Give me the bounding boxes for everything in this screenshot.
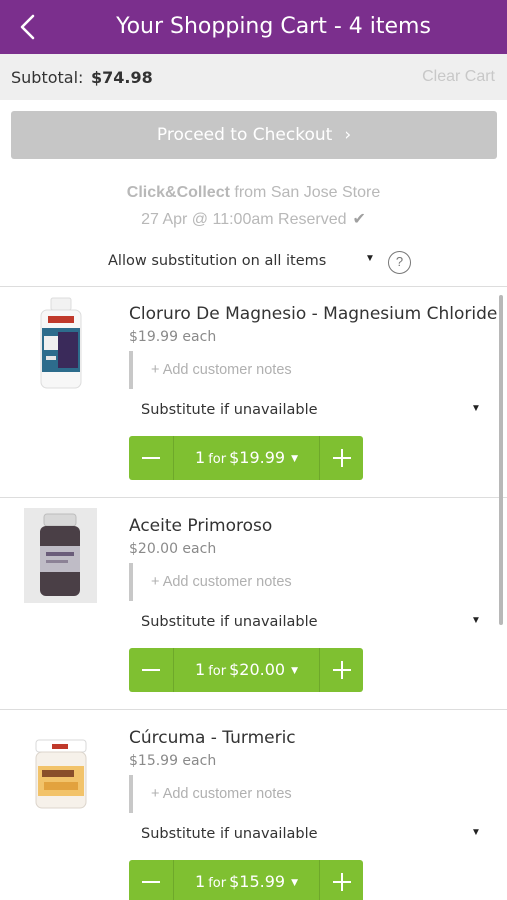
add-customer-notes[interactable]: + Add customer notes <box>129 351 329 389</box>
item-unit-price: $20.00 each <box>129 541 217 557</box>
check-icon: ✔ <box>352 211 366 228</box>
line-price: $20.00 <box>229 660 286 679</box>
substitute-dropdown-icon[interactable]: ▼ <box>471 615 481 626</box>
quantity-selector[interactable]: 1 for $19.99 ▼ <box>173 436 319 480</box>
quantity-value: 1 <box>195 872 206 891</box>
primrose-oil-jar-image <box>24 508 97 603</box>
notes-placeholder: + Add customer notes <box>151 786 292 802</box>
quantity-selector[interactable]: 1 for $15.99 ▼ <box>173 860 319 900</box>
header-bar: Your Shopping Cart - 4 items <box>0 0 507 54</box>
proceed-to-checkout-button[interactable]: Proceed to Checkout › <box>11 111 497 159</box>
quantity-value: 1 <box>195 448 206 467</box>
cart-item: Aceite Primoroso $20.00 each + Add custo… <box>0 498 507 709</box>
increment-button[interactable] <box>319 436 363 480</box>
item-unit-price: $15.99 each <box>129 753 217 769</box>
item-name[interactable]: Cúrcuma - Turmeric <box>129 728 296 748</box>
add-customer-notes[interactable]: + Add customer notes <box>129 563 329 601</box>
increment-button[interactable] <box>319 860 363 900</box>
notes-placeholder: + Add customer notes <box>151 574 292 590</box>
quantity-selector[interactable]: 1 for $20.00 ▼ <box>173 648 319 692</box>
reservation-line: 27 Apr @ 11:00am Reserved ✔ <box>0 206 507 233</box>
line-price: $15.99 <box>229 872 286 891</box>
help-icon[interactable]: ? <box>388 251 411 274</box>
substitute-dropdown-icon[interactable]: ▼ <box>471 827 481 838</box>
item-name[interactable]: Cloruro De Magnesio - Magnesium Chloride <box>129 304 497 324</box>
substitute-option-label: Substitute if unavailable <box>141 826 318 842</box>
quantity-caret-icon: ▼ <box>291 454 298 464</box>
magnesium-bottle-image <box>40 297 82 389</box>
back-button[interactable] <box>14 13 42 41</box>
click-collect-brand: Click&Collect <box>126 184 230 201</box>
decrement-button[interactable] <box>129 436 173 480</box>
quantity-stepper: 1 for $20.00 ▼ <box>129 648 363 692</box>
cart-item: Cloruro De Magnesio - Magnesium Chloride… <box>0 286 507 497</box>
checkout-label: Proceed to Checkout <box>156 125 333 145</box>
chevron-right-icon: › <box>344 125 352 145</box>
clear-cart-button[interactable]: Clear Cart <box>422 68 495 86</box>
decrement-button[interactable] <box>129 648 173 692</box>
substitute-option-label: Substitute if unavailable <box>141 614 318 630</box>
substitution-all-label: Allow substitution on all items <box>108 253 327 269</box>
item-name[interactable]: Aceite Primoroso <box>129 516 272 536</box>
substitute-option-label: Substitute if unavailable <box>141 402 318 418</box>
quantity-for-label: for <box>208 876 227 891</box>
subtotal-label: Subtotal: <box>11 68 84 87</box>
scrollbar[interactable] <box>499 295 503 625</box>
chevron-left-icon <box>20 14 35 40</box>
item-unit-price: $19.99 each <box>129 329 217 345</box>
substitute-dropdown-icon[interactable]: ▼ <box>471 403 481 414</box>
subtotal-value: $74.98 <box>91 68 153 87</box>
store-line: Click&Collect from San Jose Store <box>0 179 507 206</box>
turmeric-jar-image <box>35 739 87 809</box>
quantity-stepper: 1 for $15.99 ▼ <box>129 860 363 900</box>
reservation-time: 27 Apr @ 11:00am Reserved <box>141 211 347 228</box>
store-name: from San Jose Store <box>234 184 381 201</box>
line-price: $19.99 <box>229 448 286 467</box>
cart-item: Cúrcuma - Turmeric $15.99 each + Add cus… <box>0 710 507 900</box>
shopping-cart-screen: Your Shopping Cart - 4 items Subtotal: $… <box>0 0 507 900</box>
notes-placeholder: + Add customer notes <box>151 362 292 378</box>
add-customer-notes[interactable]: + Add customer notes <box>129 775 329 813</box>
quantity-value: 1 <box>195 660 206 679</box>
page-title: Your Shopping Cart - 4 items <box>116 14 431 39</box>
quantity-stepper: 1 for $19.99 ▼ <box>129 436 363 480</box>
decrement-button[interactable] <box>129 860 173 900</box>
quantity-for-label: for <box>208 664 227 679</box>
click-collect-info: Click&Collect from San Jose Store 27 Apr… <box>0 179 507 233</box>
substitution-all-dropdown-icon[interactable]: ▼ <box>365 253 375 264</box>
increment-button[interactable] <box>319 648 363 692</box>
quantity-caret-icon: ▼ <box>291 666 298 676</box>
quantity-caret-icon: ▼ <box>291 878 298 888</box>
quantity-for-label: for <box>208 452 227 467</box>
subtotal-bar: Subtotal: $74.98 Clear Cart <box>0 54 507 100</box>
